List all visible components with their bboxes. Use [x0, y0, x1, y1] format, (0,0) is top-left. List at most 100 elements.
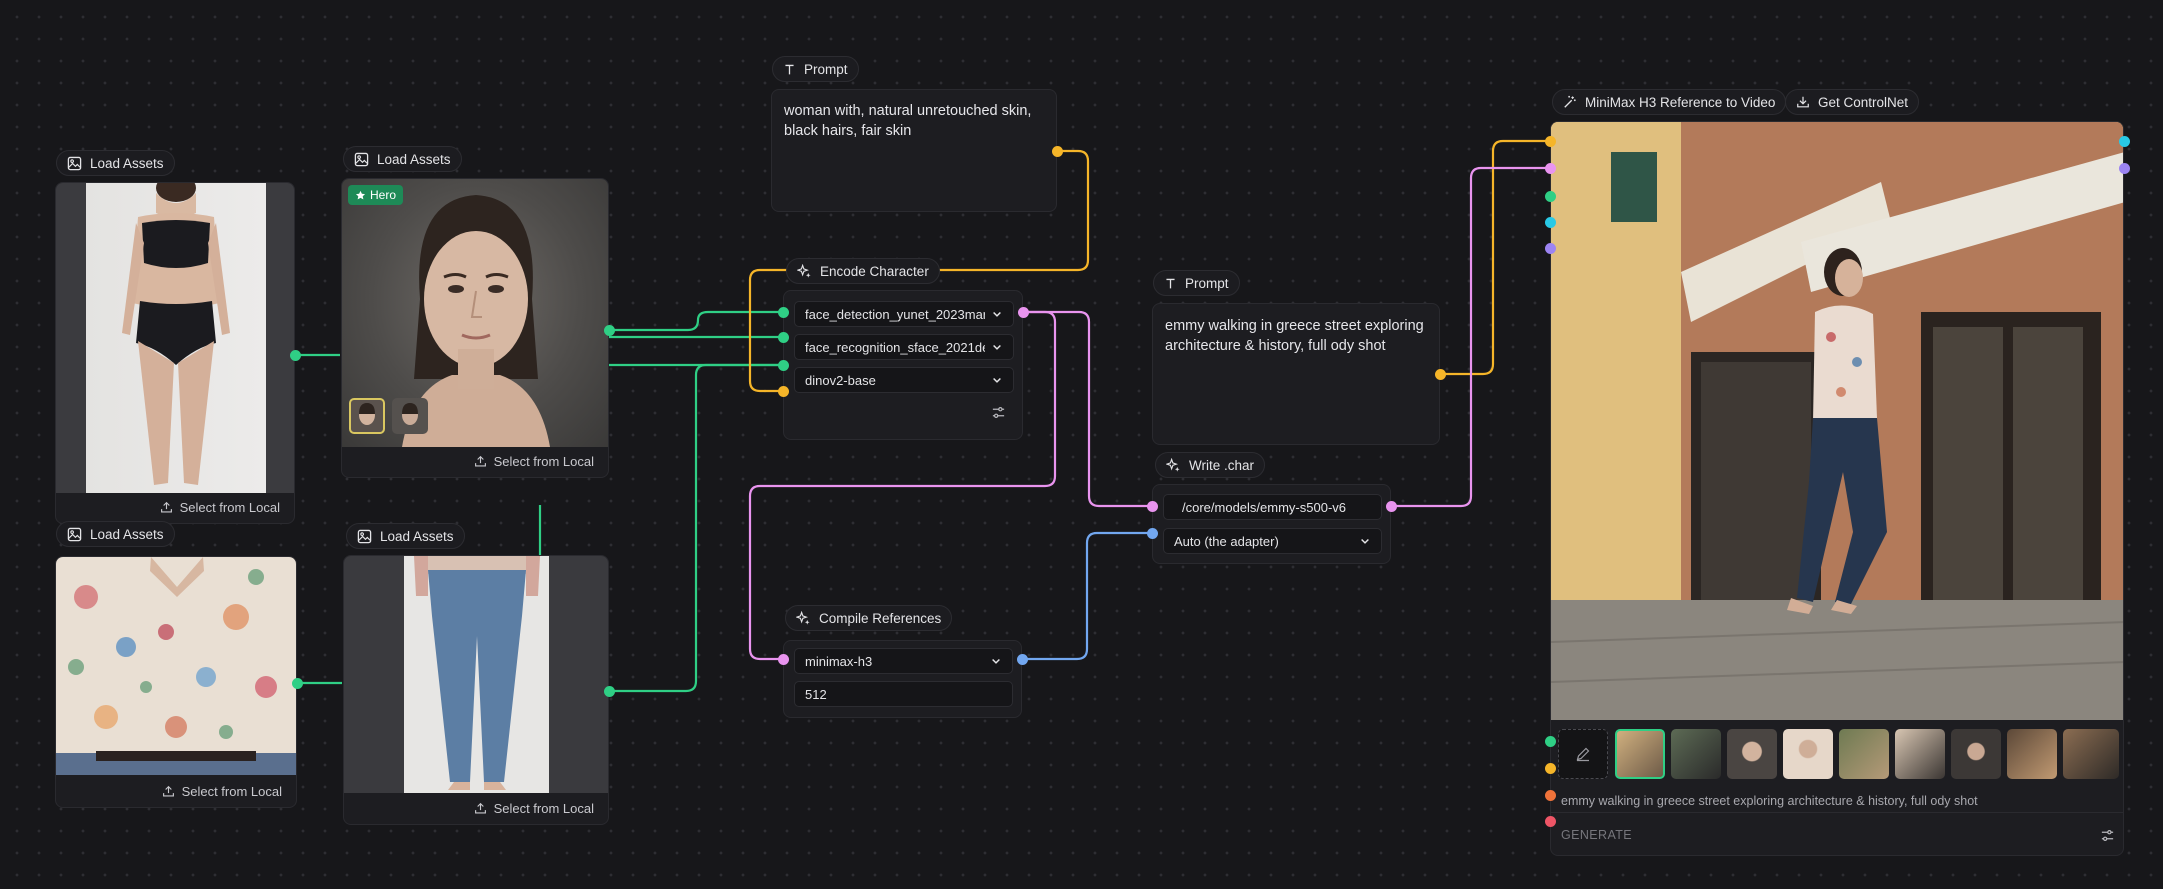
input-port[interactable] [1544, 216, 1556, 228]
edit-frame-button[interactable] [1558, 729, 1608, 779]
output-port[interactable] [291, 677, 303, 689]
upload-icon [474, 455, 487, 468]
load-assets-card[interactable]: Select from Local [55, 182, 295, 524]
asset-image-face: Hero [342, 179, 608, 447]
node-canvas[interactable]: Load Assets Select from Local Load Asset… [0, 0, 2163, 889]
jeans-figure [414, 556, 540, 790]
load-assets-chip[interactable]: Load Assets [56, 150, 175, 176]
adapter-select[interactable]: Auto (the adapter) [1163, 528, 1382, 554]
frame-thumb[interactable] [1839, 729, 1889, 779]
asset-image-bikini [56, 183, 294, 493]
sparkle-icon [796, 611, 811, 626]
wire-blue [1022, 531, 1152, 661]
prompt-text[interactable]: woman with, natural unretouched skin, bl… [784, 101, 1042, 141]
frame-thumb[interactable] [1895, 729, 1945, 779]
frame-thumb[interactable] [2007, 729, 2057, 779]
compile-model-select[interactable]: minimax-h3 [794, 648, 1013, 674]
frame-thumb[interactable] [1671, 729, 1721, 779]
select-from-local-button[interactable]: Select from Local [56, 775, 296, 807]
upload-icon [474, 802, 487, 815]
output-port[interactable] [603, 685, 615, 697]
char-path-field[interactable]: /core/models/emmy-s500-v6 [1163, 494, 1382, 520]
prompt-text[interactable]: emmy walking in greece street exploring … [1165, 316, 1427, 356]
input-port[interactable] [1544, 135, 1556, 147]
load-assets-chip[interactable]: Load Assets [343, 146, 462, 172]
input-port[interactable] [1544, 162, 1556, 174]
minimax-video-chip[interactable]: MiniMax H3 Reference to Video [1552, 89, 1787, 115]
resolution-field[interactable]: 512 [794, 681, 1013, 707]
load-assets-chip[interactable]: Load Assets [56, 521, 175, 547]
select-from-local-button[interactable]: Select from Local [342, 445, 608, 477]
input-port[interactable] [777, 306, 789, 318]
prompt-card[interactable]: emmy walking in greece street exploring … [1152, 303, 1440, 445]
input-port[interactable] [777, 331, 789, 343]
chevron-down-icon [1359, 535, 1371, 547]
output-port[interactable] [1434, 368, 1446, 380]
input-port[interactable] [1544, 815, 1556, 827]
output-port[interactable] [1051, 145, 1063, 157]
sliders-icon[interactable] [2100, 828, 2115, 843]
frame-thumb[interactable] [2063, 729, 2119, 779]
output-port[interactable] [603, 324, 615, 336]
encode-character-chip[interactable]: Encode Character [786, 258, 940, 284]
input-port[interactable] [777, 653, 789, 665]
frame-thumb-selected[interactable] [1615, 729, 1665, 779]
output-port[interactable] [289, 349, 301, 361]
download-icon [1796, 95, 1810, 109]
frame-thumb[interactable] [1951, 729, 2001, 779]
load-assets-card[interactable]: Select from Local [55, 556, 297, 808]
input-port[interactable] [1544, 762, 1556, 774]
output-port[interactable] [2118, 162, 2130, 174]
prompt-chip[interactable]: Prompt [1153, 270, 1240, 296]
load-assets-chip[interactable]: Load Assets [346, 523, 465, 549]
image-icon [354, 152, 369, 167]
face-detection-select[interactable]: face_detection_yunet_2023mar [794, 301, 1014, 327]
chevron-down-icon [990, 655, 1002, 667]
output-port[interactable] [1017, 306, 1029, 318]
video-output-card[interactable]: emmy walking in greece street exploring … [1550, 121, 2124, 856]
face-thumb[interactable] [392, 398, 428, 434]
select-from-local-button[interactable]: Select from Local [344, 792, 608, 824]
input-port[interactable] [1544, 190, 1556, 202]
wire-pink [1023, 310, 1152, 508]
wand-icon [1563, 95, 1577, 109]
generated-video-frame[interactable] [1551, 122, 2123, 720]
compile-references-card[interactable]: minimax-h3 512 [783, 640, 1022, 718]
sliders-icon[interactable] [991, 405, 1006, 420]
chevron-down-icon [991, 341, 1003, 353]
person-figure [122, 183, 230, 485]
blouse-pattern [56, 557, 296, 775]
output-port[interactable] [1016, 653, 1028, 665]
hero-badge: Hero [348, 185, 404, 205]
embedding-model-select[interactable]: dinov2-base [794, 367, 1014, 393]
prompt-chip[interactable]: Prompt [772, 56, 859, 82]
frame-thumb[interactable] [1783, 729, 1833, 779]
input-port[interactable] [1146, 527, 1158, 539]
input-port[interactable] [777, 359, 789, 371]
write-char-card[interactable]: /core/models/emmy-s500-v6 Auto (the adap… [1152, 484, 1391, 564]
input-port[interactable] [1544, 735, 1556, 747]
star-icon [355, 190, 366, 201]
write-char-chip[interactable]: Write .char [1155, 452, 1266, 478]
generate-button[interactable]: GENERATE [1561, 828, 1632, 842]
input-port[interactable] [1544, 789, 1556, 801]
load-assets-card[interactable]: Select from Local [343, 555, 609, 825]
output-port[interactable] [2118, 135, 2130, 147]
input-port[interactable] [1544, 242, 1556, 254]
face-recognition-select[interactable]: face_recognition_sface_2021dec [794, 334, 1014, 360]
compile-references-chip[interactable]: Compile References [785, 605, 953, 631]
output-port[interactable] [1385, 500, 1397, 512]
encode-character-card[interactable]: face_detection_yunet_2023mar face_recogn… [783, 290, 1023, 440]
input-port[interactable] [777, 385, 789, 397]
select-from-local-button[interactable]: Select from Local [56, 491, 294, 523]
frame-thumb[interactable] [1727, 729, 1777, 779]
divider [1551, 812, 2123, 813]
chevron-down-icon [991, 308, 1003, 320]
input-port[interactable] [1146, 500, 1158, 512]
wire-yellow [1440, 139, 1550, 376]
get-controlnet-button[interactable]: Get ControlNet [1785, 89, 1920, 115]
load-assets-card-hero[interactable]: Hero Select from Local [341, 178, 609, 478]
face-thumb-selected[interactable] [349, 398, 385, 434]
prompt-card[interactable]: woman with, natural unretouched skin, bl… [771, 89, 1057, 212]
street-scene [1551, 122, 2123, 720]
